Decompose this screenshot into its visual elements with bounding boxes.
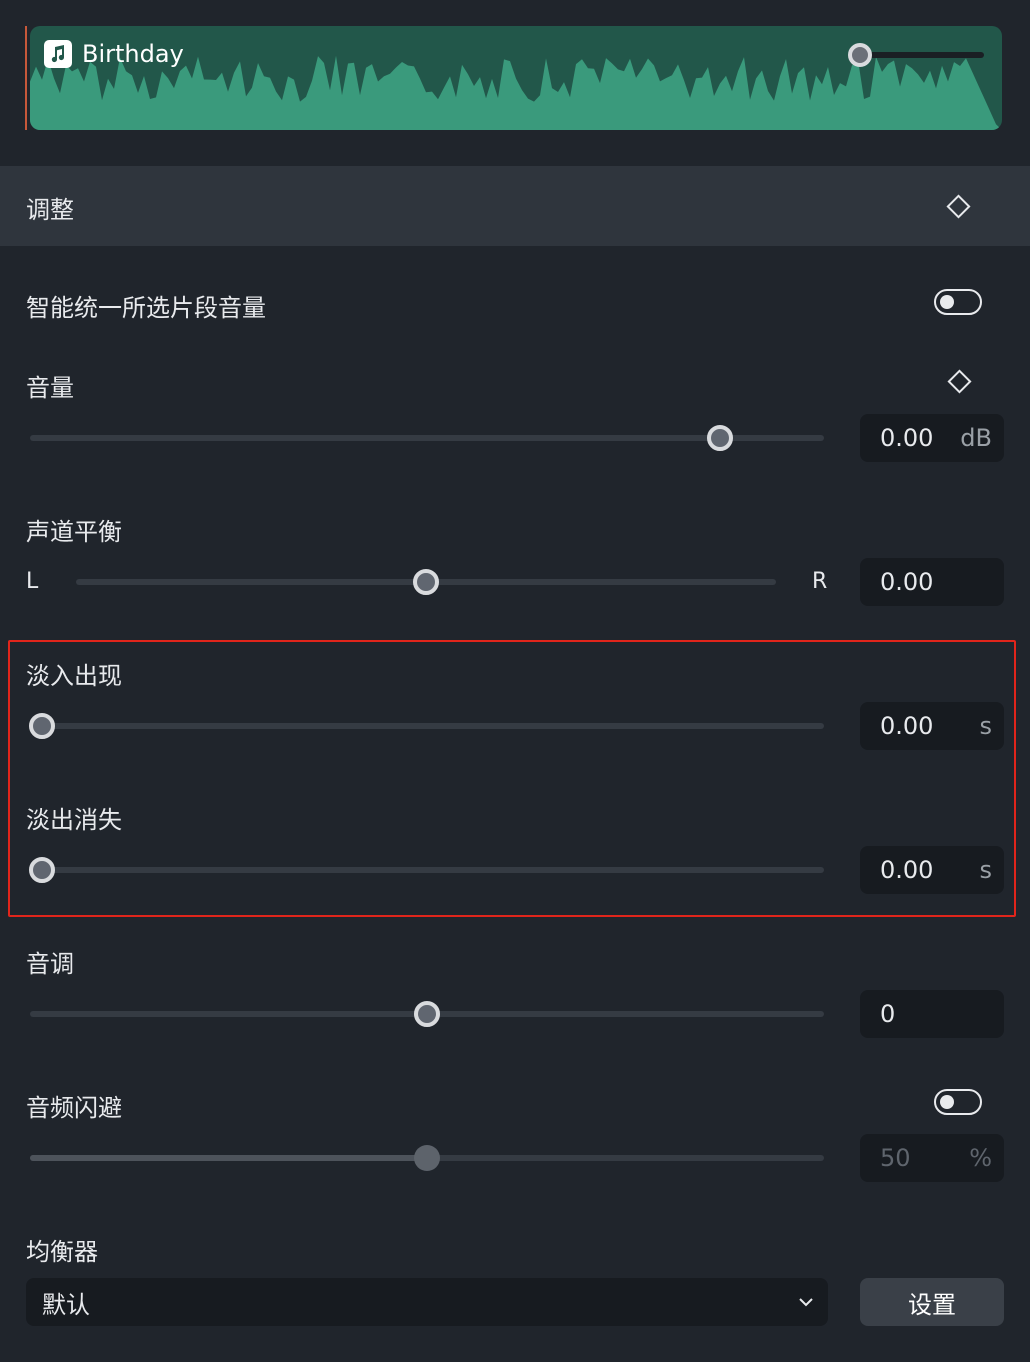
- pitch-slider-handle[interactable]: [414, 1001, 440, 1027]
- ducking-slider-fill: [30, 1155, 427, 1161]
- balance-left-label: L: [26, 569, 39, 594]
- volume-keyframe-diamond-icon[interactable]: [947, 369, 972, 394]
- ducking-slider-handle[interactable]: [414, 1145, 440, 1171]
- audio-clip[interactable]: Birthday: [30, 26, 1002, 130]
- volume-slider-handle[interactable]: [706, 425, 733, 451]
- balance-value: 0.00: [880, 568, 934, 596]
- volume-value-input[interactable]: 0.00 dB: [860, 414, 1004, 462]
- clip-title-row: Birthday: [44, 40, 184, 68]
- fade-out-value: 0.00: [880, 856, 934, 884]
- volume-label: 音量: [26, 374, 74, 402]
- volume-unit: dB: [960, 424, 992, 452]
- fade-out-label: 淡出消失: [26, 806, 122, 834]
- fade-in-value: 0.00: [880, 712, 934, 740]
- toggle-knob: [940, 1095, 954, 1109]
- ducking-label: 音频闪避: [26, 1094, 122, 1122]
- fade-in-label: 淡入出现: [26, 662, 122, 690]
- clip-name: Birthday: [82, 40, 184, 68]
- fade-in-slider-handle[interactable]: [29, 713, 55, 739]
- fade-in-unit: s: [979, 712, 992, 740]
- music-note-icon: [44, 40, 72, 68]
- section-title: 调整: [26, 196, 74, 224]
- fade-out-unit: s: [979, 856, 992, 884]
- ducking-value-input[interactable]: 50 %: [860, 1134, 1004, 1182]
- equalizer-preset-select[interactable]: 默认: [26, 1278, 828, 1326]
- clip-volume-track[interactable]: [860, 52, 984, 58]
- chevron-down-icon: [799, 1298, 813, 1307]
- equalizer-label: 均衡器: [26, 1238, 98, 1266]
- balance-slider-handle[interactable]: [413, 569, 439, 595]
- volume-value: 0.00: [880, 424, 934, 452]
- fade-out-slider-track[interactable]: [30, 867, 824, 873]
- balance-right-label: R: [812, 569, 828, 594]
- pitch-label: 音调: [26, 950, 74, 978]
- fade-in-slider-track[interactable]: [30, 723, 824, 729]
- smart-volume-label: 智能统一所选片段音量: [26, 294, 266, 322]
- smart-volume-toggle[interactable]: [934, 289, 982, 315]
- fade-in-value-input[interactable]: 0.00 s: [860, 702, 1004, 750]
- fade-out-slider-handle[interactable]: [29, 857, 55, 883]
- fade-out-value-input[interactable]: 0.00 s: [860, 846, 1004, 894]
- balance-label: 声道平衡: [26, 518, 122, 546]
- keyframe-diamond-icon[interactable]: [946, 194, 971, 219]
- pitch-value-input[interactable]: 0: [860, 990, 1004, 1038]
- equalizer-settings-button[interactable]: 设置: [860, 1278, 1004, 1326]
- ducking-unit: %: [969, 1144, 992, 1172]
- pitch-value: 0: [880, 1000, 896, 1028]
- balance-value-input[interactable]: 0.00: [860, 558, 1004, 606]
- toggle-knob: [940, 295, 954, 309]
- adjust-section-header[interactable]: 调整: [0, 166, 1030, 246]
- volume-slider-track[interactable]: [30, 435, 824, 441]
- ducking-toggle[interactable]: [934, 1089, 982, 1115]
- playhead-marker: [25, 26, 27, 130]
- equalizer-selected-value: 默认: [42, 1290, 90, 1319]
- ducking-value: 50: [880, 1144, 911, 1172]
